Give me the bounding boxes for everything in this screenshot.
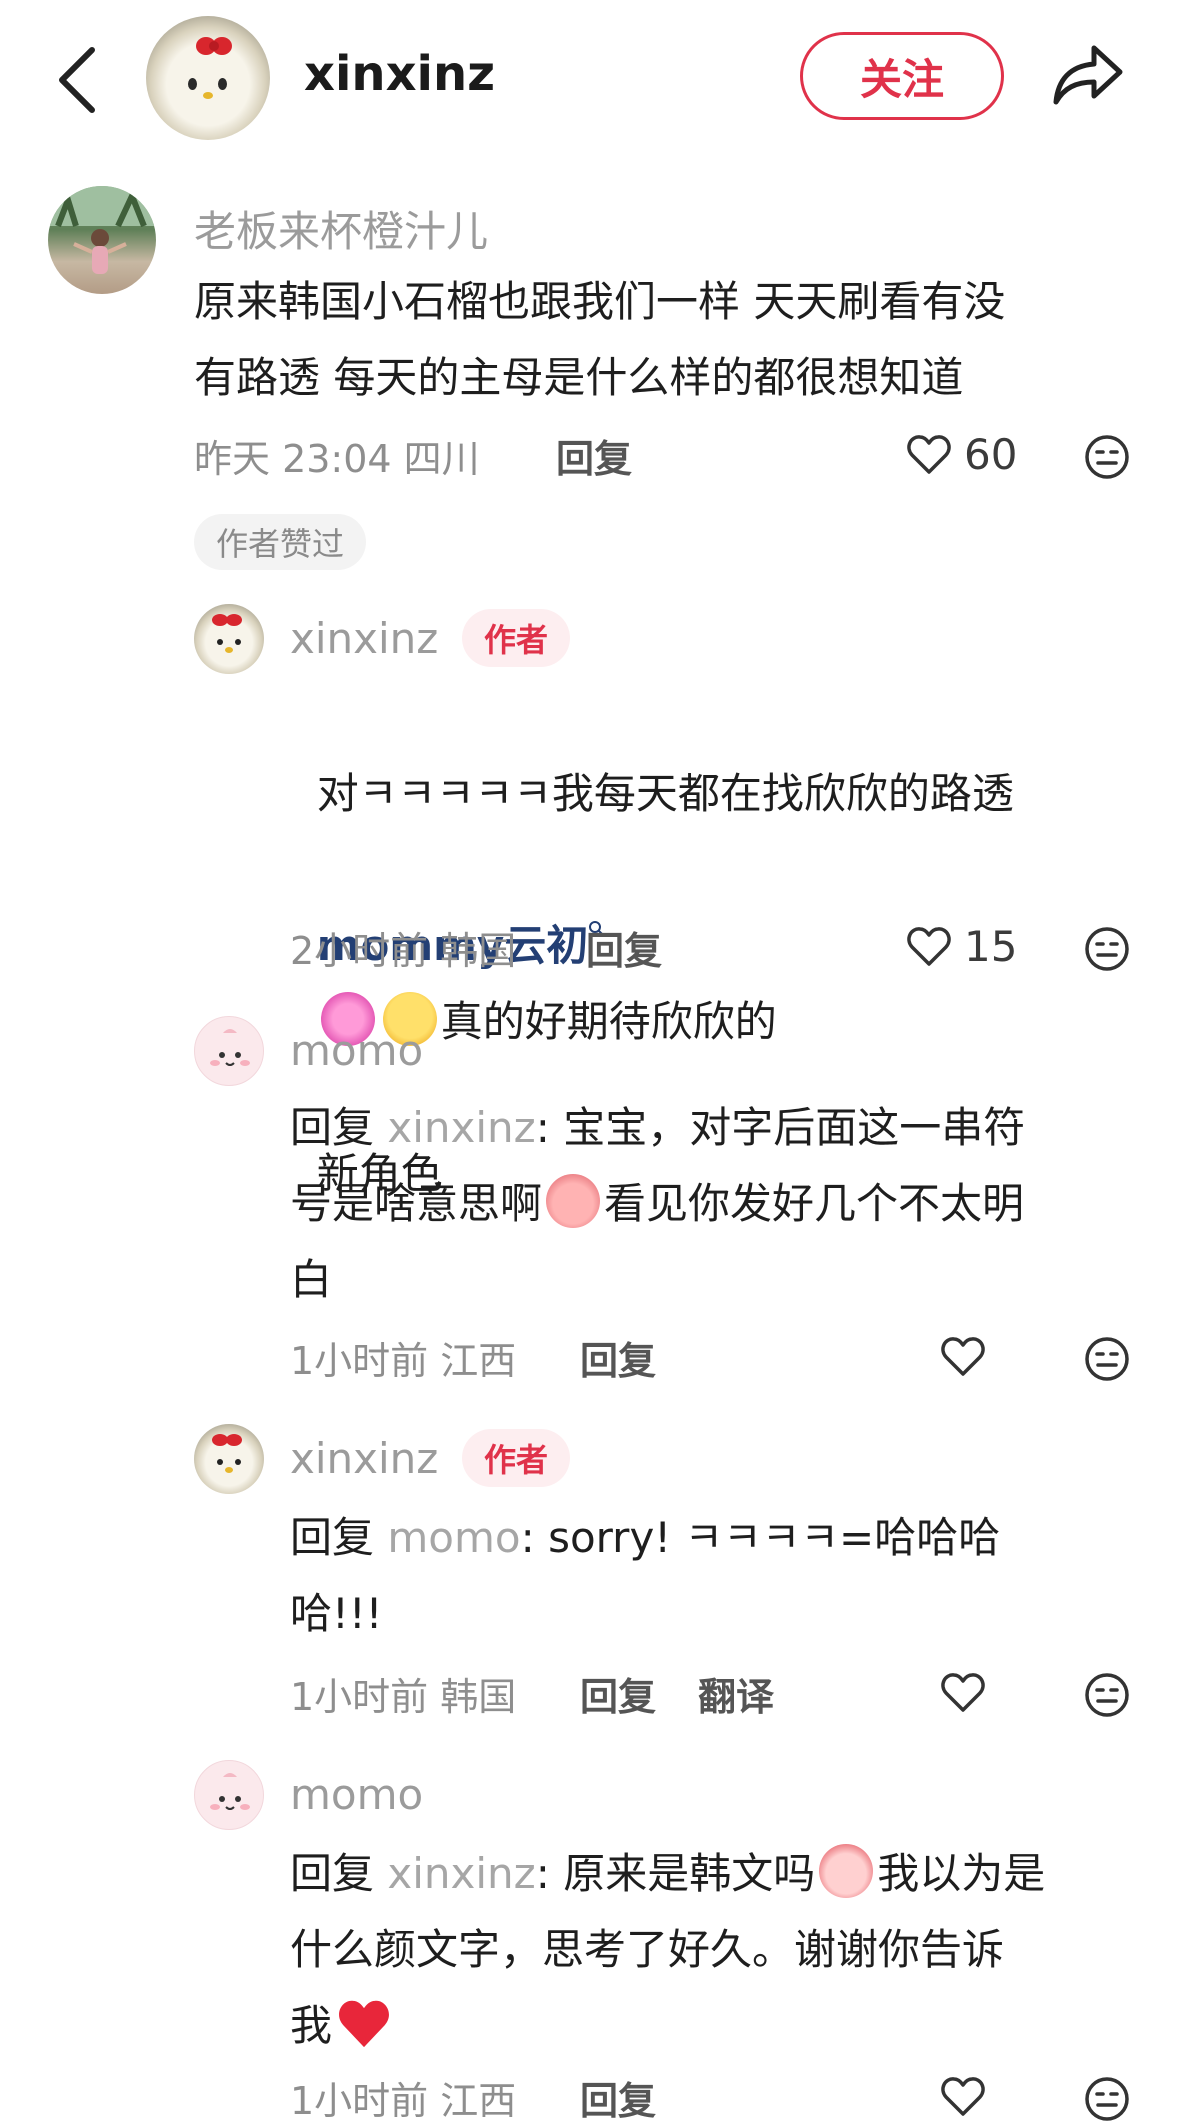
reply-text: 回复 momo: sorry! ㅋㅋㅋㅋ=哈哈哈 哈!!! [290, 1513, 1001, 1638]
heart-icon[interactable] [940, 2076, 986, 2118]
reply-button[interactable]: 回复 [586, 920, 662, 975]
reply-time-location: 1小时前 韩国 [290, 1675, 517, 1719]
reaction-emoji-icon[interactable] [1084, 1336, 1130, 1382]
reply-button[interactable]: 回复 [580, 1666, 656, 1721]
reply-button[interactable]: 回复 [556, 428, 632, 483]
heart-icon[interactable] [940, 1336, 986, 1378]
translate-button[interactable]: 翻译 [698, 1666, 774, 1721]
commenter-avatar[interactable] [48, 186, 156, 294]
reply-text: 回复 xinxinz: 原来是韩文吗 我以为是 什么颜文字，思考了好久。谢谢你告诉我 [290, 1836, 1179, 2064]
reply-button[interactable]: 回复 [580, 1330, 656, 1385]
profile-username[interactable]: xinxinz [304, 46, 495, 102]
reply-text: 回复 xinxinz: 宝宝，对字后面这一串符 号是啥意思啊 看见你发好几个不太明白 [290, 1103, 1026, 1304]
author-liked-tag: 作者赞过 [194, 514, 367, 570]
heart-icon[interactable] [906, 434, 952, 476]
share-icon[interactable] [1048, 36, 1128, 116]
cartoon-face-icon [210, 1029, 250, 1066]
screaming-emoji [819, 1844, 874, 1898]
reply-time-location: 1小时前 江西 [290, 2079, 517, 2123]
red-heart-emoji [339, 2000, 389, 2048]
profile-avatar[interactable] [146, 16, 270, 140]
like-count: 60 [964, 430, 1018, 479]
bow-icon [196, 37, 232, 55]
reaction-emoji-icon[interactable] [1084, 2076, 1130, 2122]
person-photo-icon [48, 186, 156, 274]
back-arrow-icon[interactable] [48, 40, 108, 120]
author-badge: 作者 [462, 609, 570, 667]
hello-kitty-icon [212, 1434, 242, 1473]
reply-avatar[interactable] [194, 1760, 264, 1830]
reaction-emoji-icon[interactable] [1084, 434, 1130, 480]
like-count: 15 [964, 922, 1018, 971]
reply-time-location: 1小时前 江西 [290, 1339, 517, 1383]
author-badge: 作者 [462, 1429, 570, 1487]
reply-time-location: 2小时前 韩国 [290, 929, 517, 973]
reaction-emoji-icon[interactable] [1084, 926, 1130, 972]
comment-text: 原来韩国小石榴也跟我们一样 天天刷看有没 有路透 每天的主母是什么样的都很想知道 [194, 277, 1006, 402]
reaction-emoji-icon[interactable] [1084, 1672, 1130, 1718]
reply-to-user[interactable]: xinxinz [387, 1849, 535, 1898]
crying-emoji [546, 1174, 601, 1228]
reply-avatar[interactable] [194, 1424, 264, 1494]
commenter-name[interactable]: 老板来杯橙汁儿 [194, 198, 488, 259]
follow-button[interactable]: 关注 [800, 32, 1004, 120]
reply-to-user[interactable]: xinxinz [387, 1103, 535, 1152]
reply-author-name[interactable]: momo [290, 1026, 423, 1075]
reply-button[interactable]: 回复 [580, 2070, 656, 2125]
reply-author-name[interactable]: xinxinz [290, 1434, 438, 1483]
comment-time-location: 昨天 23:04 四川 [194, 437, 480, 481]
heart-icon[interactable] [906, 926, 952, 968]
top-bar: xinxinz 关注 [0, 0, 1179, 160]
cartoon-face-icon [210, 1773, 250, 1810]
reply-author-name[interactable]: momo [290, 1770, 423, 1819]
reply-author-name[interactable]: xinxinz [290, 614, 438, 663]
heart-icon[interactable] [940, 1672, 986, 1714]
reply-to-user[interactable]: momo [387, 1513, 520, 1562]
reply-avatar[interactable] [194, 604, 264, 674]
reply-avatar[interactable] [194, 1016, 264, 1086]
hello-kitty-icon [212, 614, 242, 653]
